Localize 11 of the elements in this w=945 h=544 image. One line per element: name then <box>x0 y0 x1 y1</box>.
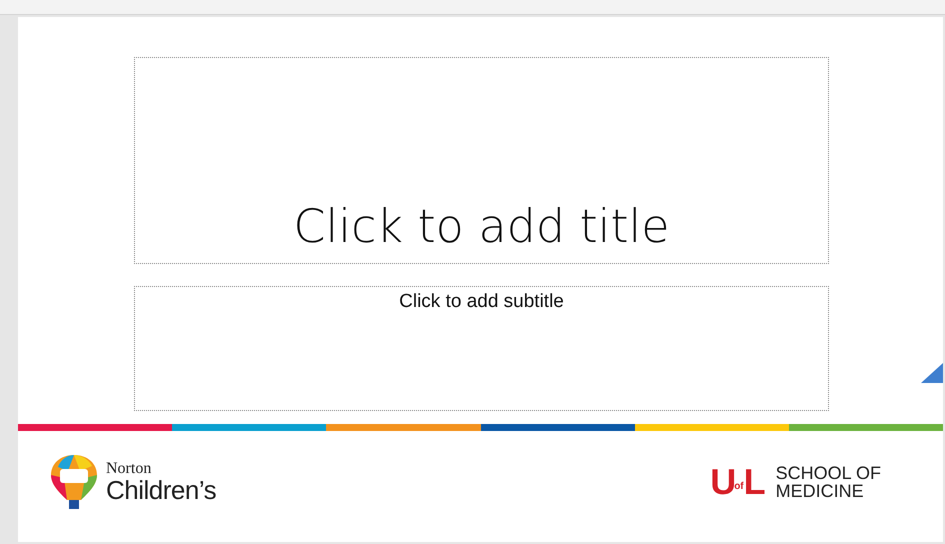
balloon-icon <box>48 453 100 511</box>
logo-text: Children’s <box>106 477 216 503</box>
subtitle-placeholder-text: Click to add subtitle <box>399 291 564 314</box>
title-placeholder-text: Click to add title <box>293 199 670 253</box>
title-placeholder[interactable]: Click to add title <box>134 57 829 264</box>
subtitle-placeholder[interactable]: Click to add subtitle <box>134 286 829 411</box>
logo-text: MEDICINE <box>776 482 865 500</box>
logo-text: Norton <box>106 461 152 477</box>
logo-text: SCHOOL OF <box>776 464 881 482</box>
triangle-shape <box>921 363 943 383</box>
logo-mark: UofL <box>710 464 764 500</box>
